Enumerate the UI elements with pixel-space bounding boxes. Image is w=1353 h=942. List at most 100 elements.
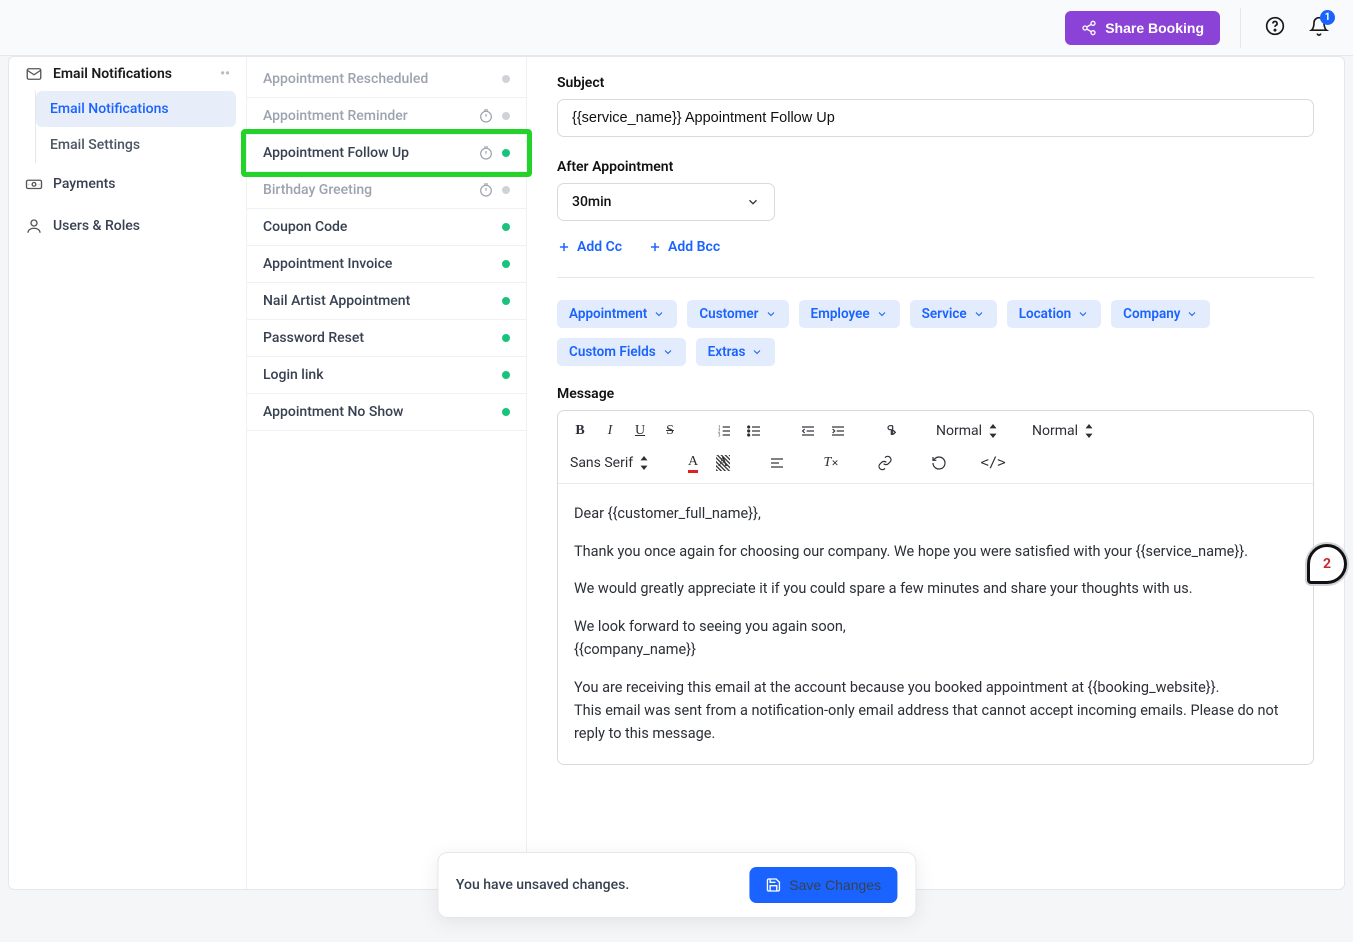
notification-row[interactable]: Appointment Invoice <box>247 246 526 283</box>
placeholder-tag[interactable]: Appointment <box>557 300 677 328</box>
sidebar: Email Notifications •• Email Notificatio… <box>9 57 247 889</box>
placeholder-tag[interactable]: Extras <box>696 338 776 366</box>
placeholder-tag[interactable]: Company <box>1111 300 1210 328</box>
placeholder-tag[interactable]: Service <box>910 300 997 328</box>
message-line: Dear {{customer_full_name}}, <box>574 502 1297 525</box>
placeholder-tag-label: Service <box>922 306 967 322</box>
timer-icon <box>478 182 494 198</box>
notification-row[interactable]: Appointment Reminder <box>247 98 526 135</box>
placeholder-tag[interactable]: Customer <box>687 300 788 328</box>
underline-button[interactable]: U <box>626 417 654 445</box>
chevron-down-icon <box>662 346 674 358</box>
align-button[interactable] <box>763 449 791 477</box>
placeholder-tag[interactable]: Employee <box>799 300 900 328</box>
subject-input[interactable] <box>557 99 1314 137</box>
italic-button[interactable]: I <box>596 417 624 445</box>
chevron-down-icon <box>1077 308 1089 320</box>
bold-button[interactable]: B <box>566 417 594 445</box>
status-dot <box>502 334 510 342</box>
undo-button[interactable] <box>925 449 953 477</box>
notification-row[interactable]: Login link <box>247 357 526 394</box>
placeholder-tag-label: Appointment <box>569 306 647 322</box>
message-editor: B I U S 123 Normal Normal <box>557 410 1314 765</box>
editor-toolbar: B I U S 123 Normal Normal <box>558 411 1313 484</box>
status-dot <box>502 223 510 231</box>
text-direction-button[interactable] <box>878 417 906 445</box>
message-line: We look forward to seeing you again soon… <box>574 615 1297 661</box>
link-button[interactable] <box>871 449 899 477</box>
add-bcc-button[interactable]: Add Bcc <box>648 239 720 255</box>
heading-select-2[interactable]: Normal <box>1028 419 1098 443</box>
placeholder-tag[interactable]: Custom Fields <box>557 338 686 366</box>
users-icon <box>25 217 43 235</box>
placeholder-tag[interactable]: Location <box>1007 300 1101 328</box>
notifications-button[interactable]: 1 <box>1305 12 1333 44</box>
clear-format-button[interactable]: T✕ <box>817 449 845 477</box>
notification-label: Nail Artist Appointment <box>263 293 502 309</box>
placeholder-tag-label: Extras <box>708 344 746 360</box>
sidebar-item-email-notifications[interactable]: Email Notifications <box>36 91 236 127</box>
status-dot <box>502 260 510 268</box>
add-cc-button[interactable]: Add Cc <box>557 239 622 255</box>
notification-row[interactable]: Birthday Greeting <box>247 172 526 209</box>
help-button[interactable] <box>1261 12 1289 44</box>
highlight-button[interactable]: A <box>709 449 737 477</box>
unsaved-changes-msg: You have unsaved changes. <box>456 877 629 893</box>
heading-select-1[interactable]: Normal <box>932 419 1002 443</box>
sidebar-group-label: Email Notifications <box>53 66 172 82</box>
sidebar-item-payments[interactable]: Payments <box>19 163 236 205</box>
message-line: Thank you once again for choosing our co… <box>574 540 1297 563</box>
status-dot <box>502 371 510 379</box>
sidebar-item-users-roles[interactable]: Users & Roles <box>19 205 236 247</box>
notifications-badge: 1 <box>1320 10 1335 25</box>
chevron-down-icon <box>653 308 665 320</box>
save-icon <box>765 877 781 893</box>
share-booking-button[interactable]: Share Booking <box>1065 11 1220 45</box>
code-view-button[interactable]: </> <box>979 449 1007 477</box>
message-line: You are receiving this email at the acco… <box>574 676 1297 746</box>
editor-body[interactable]: Dear {{customer_full_name}}, Thank you o… <box>558 484 1313 764</box>
save-changes-button[interactable]: Save Changes <box>749 867 897 903</box>
notification-editor: Subject After Appointment 30min Add Cc A… <box>527 57 1344 889</box>
placeholder-tag-label: Custom Fields <box>569 344 656 360</box>
notification-label: Appointment Reminder <box>263 108 478 124</box>
add-cc-label: Add Cc <box>577 239 622 255</box>
feedback-bubble[interactable]: 2 <box>1307 544 1347 584</box>
text-color-button[interactable]: A <box>679 449 707 477</box>
after-appointment-select[interactable]: 30min <box>557 183 775 221</box>
notification-row[interactable]: Appointment Follow Up <box>247 135 526 172</box>
recipient-options: Add Cc Add Bcc <box>557 239 1314 255</box>
status-dot <box>502 75 510 83</box>
sidebar-subnav: Email Notifications Email Settings <box>35 91 236 163</box>
add-bcc-label: Add Bcc <box>668 239 720 255</box>
notification-row[interactable]: Appointment Rescheduled <box>247 61 526 98</box>
save-changes-label: Save Changes <box>789 877 881 893</box>
chevron-down-icon <box>1186 308 1198 320</box>
message-label: Message <box>557 386 1314 402</box>
chevron-down-icon <box>746 195 760 209</box>
chevron-down-icon <box>765 308 777 320</box>
notification-row[interactable]: Password Reset <box>247 320 526 357</box>
sidebar-item-email-settings[interactable]: Email Settings <box>36 127 236 163</box>
strike-button[interactable]: S <box>656 417 684 445</box>
svg-text:3: 3 <box>718 433 721 438</box>
sidebar-group-email-notifications[interactable]: Email Notifications •• <box>19 57 236 91</box>
notification-label: Appointment No Show <box>263 404 502 420</box>
notification-row[interactable]: Nail Artist Appointment <box>247 283 526 320</box>
after-appointment-label: After Appointment <box>557 159 1314 175</box>
notification-row[interactable]: Coupon Code <box>247 209 526 246</box>
outdent-button[interactable] <box>794 417 822 445</box>
chevron-down-icon <box>751 346 763 358</box>
ordered-list-button[interactable]: 123 <box>710 417 738 445</box>
font-select[interactable]: Sans Serif <box>566 451 653 475</box>
placeholder-tag-label: Location <box>1019 306 1071 322</box>
indent-button[interactable] <box>824 417 852 445</box>
share-booking-label: Share Booking <box>1105 20 1204 36</box>
notification-row[interactable]: Appointment No Show <box>247 394 526 431</box>
status-dot <box>502 149 510 157</box>
bullet-list-button[interactable] <box>740 417 768 445</box>
timer-icon <box>478 145 494 161</box>
separator <box>1240 8 1241 48</box>
share-icon <box>1081 20 1097 36</box>
message-line: We would greatly appreciate it if you co… <box>574 577 1297 600</box>
